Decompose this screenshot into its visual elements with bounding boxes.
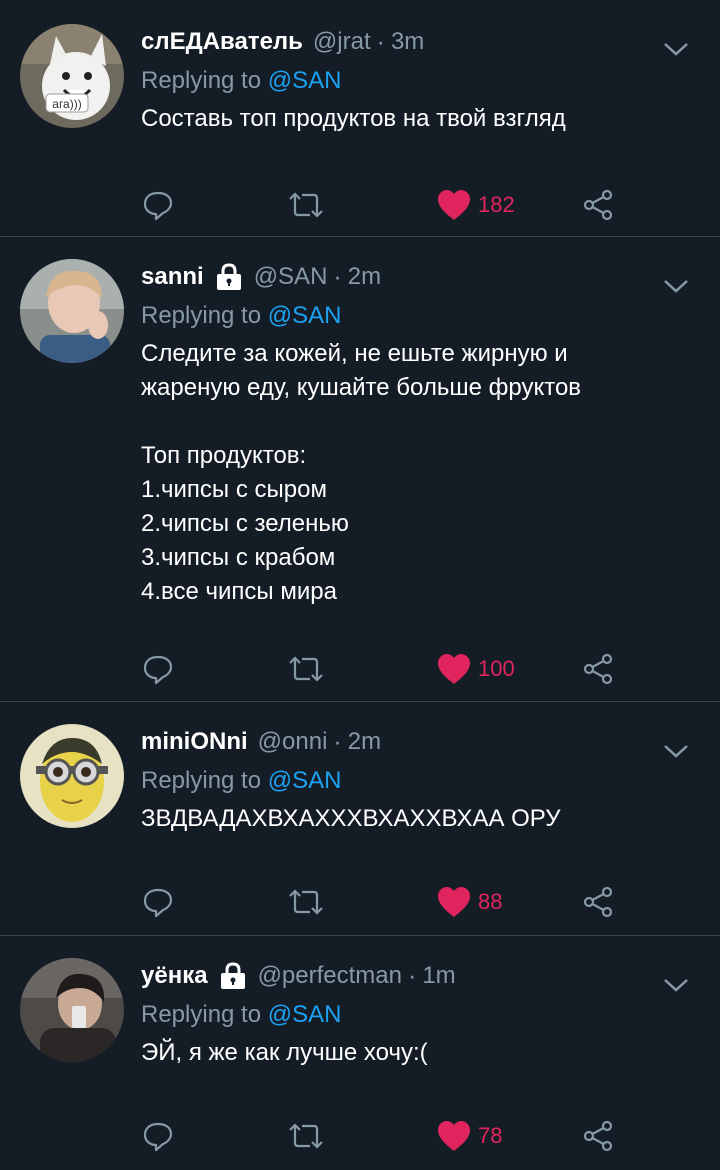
- timestamp[interactable]: 2m: [348, 259, 381, 295]
- chevron-down-icon[interactable]: [662, 742, 690, 760]
- mention-link[interactable]: @SAN: [268, 67, 342, 94]
- heart-icon: [438, 654, 470, 684]
- like-button[interactable]: 78: [436, 1116, 502, 1156]
- reply-button[interactable]: [141, 882, 175, 922]
- timestamp[interactable]: 2m: [348, 724, 381, 760]
- user-name[interactable]: miniONni: [141, 724, 248, 760]
- share-icon: [583, 886, 613, 918]
- tweet-item[interactable]: ага))) слЕДАватель @jrat · 3m Replying t…: [0, 0, 720, 237]
- user-handle: @jrat: [312, 28, 371, 55]
- lock-icon: [216, 263, 241, 290]
- share-icon: [583, 189, 613, 221]
- like-count: 100: [478, 656, 515, 681]
- tweet-item[interactable]: miniONni @onni · 2m Replying to @SAN ЗВД…: [0, 702, 720, 936]
- like-button[interactable]: 100: [436, 649, 515, 689]
- avatar[interactable]: [20, 958, 124, 1062]
- avatar[interactable]: [20, 259, 124, 363]
- retweet-button[interactable]: [286, 185, 326, 225]
- share-button[interactable]: [581, 185, 615, 225]
- reply-button[interactable]: [141, 649, 175, 689]
- user-name[interactable]: sanni: [141, 259, 204, 295]
- retweet-icon: [289, 889, 323, 915]
- share-button[interactable]: [581, 882, 615, 922]
- retweet-icon: [289, 656, 323, 682]
- separator-dot: ·: [407, 962, 417, 990]
- reply-context: Replying to @SAN: [141, 1001, 342, 1028]
- user-name[interactable]: слЕДАватель: [141, 24, 303, 60]
- separator-dot: ·: [333, 728, 342, 756]
- user-handle: @onni: [257, 728, 328, 755]
- mention-link[interactable]: @SAN: [268, 1001, 342, 1028]
- tweet-text: ЗВДВАДАХВХАХХХВХАХХВХАА ОРУ: [141, 805, 561, 832]
- retweet-icon: [289, 192, 323, 218]
- retweet-button[interactable]: [286, 882, 326, 922]
- like-count: 88: [478, 889, 503, 914]
- share-icon: [583, 1120, 613, 1152]
- tweet-item[interactable]: sanni @SAN · 2m Replying to @SAN Следите…: [0, 237, 720, 702]
- like-button[interactable]: 88: [436, 882, 502, 922]
- timestamp[interactable]: 3m: [391, 24, 424, 60]
- reply-button[interactable]: [141, 185, 175, 225]
- separator-dot: ·: [333, 263, 342, 291]
- speech-bubble-icon: [143, 1122, 173, 1152]
- separator-dot: ·: [376, 28, 385, 56]
- like-count: 182: [478, 192, 515, 217]
- share-button[interactable]: [581, 649, 615, 689]
- timestamp[interactable]: 1m: [422, 958, 455, 994]
- chevron-down-icon[interactable]: [662, 40, 690, 58]
- speech-bubble-icon: [143, 655, 173, 685]
- like-button[interactable]: 182: [436, 185, 515, 225]
- svg-text:ага))): ага))): [52, 97, 81, 111]
- share-button[interactable]: [581, 1116, 615, 1156]
- like-count: 78: [478, 1123, 503, 1148]
- user-handle: @perfectman: [257, 962, 402, 989]
- reply-button[interactable]: [141, 1116, 175, 1156]
- avatar[interactable]: [20, 724, 124, 828]
- user-handle: @SAN: [253, 263, 328, 290]
- mention-link[interactable]: @SAN: [268, 302, 342, 329]
- heart-icon: [438, 1121, 470, 1151]
- avatar[interactable]: ага))): [20, 24, 124, 128]
- reply-context: Replying to @SAN: [141, 67, 342, 94]
- tweet-text: Следите за кожей, не ешьте жирную и жаре…: [141, 340, 582, 605]
- mention-link[interactable]: @SAN: [268, 767, 342, 794]
- retweet-icon: [289, 1123, 323, 1149]
- reply-context: Replying to @SAN: [141, 767, 342, 794]
- speech-bubble-icon: [143, 888, 173, 918]
- tweet-text: Составь топ продуктов на твой взгляд: [141, 105, 566, 132]
- heart-icon: [438, 887, 470, 917]
- reply-context: Replying to @SAN: [141, 302, 342, 329]
- tweet-item[interactable]: уёнка @perfectman · 1m Replying to @SAN …: [0, 936, 720, 1170]
- chevron-down-icon[interactable]: [662, 277, 690, 295]
- retweet-button[interactable]: [286, 649, 326, 689]
- user-name[interactable]: уёнка: [141, 958, 208, 994]
- chevron-down-icon[interactable]: [662, 976, 690, 994]
- retweet-button[interactable]: [286, 1116, 326, 1156]
- share-icon: [583, 653, 613, 685]
- heart-icon: [438, 190, 470, 220]
- speech-bubble-icon: [143, 191, 173, 221]
- tweet-text: ЭЙ, я же как лучше хочу:(: [141, 1039, 428, 1066]
- lock-icon: [220, 962, 245, 989]
